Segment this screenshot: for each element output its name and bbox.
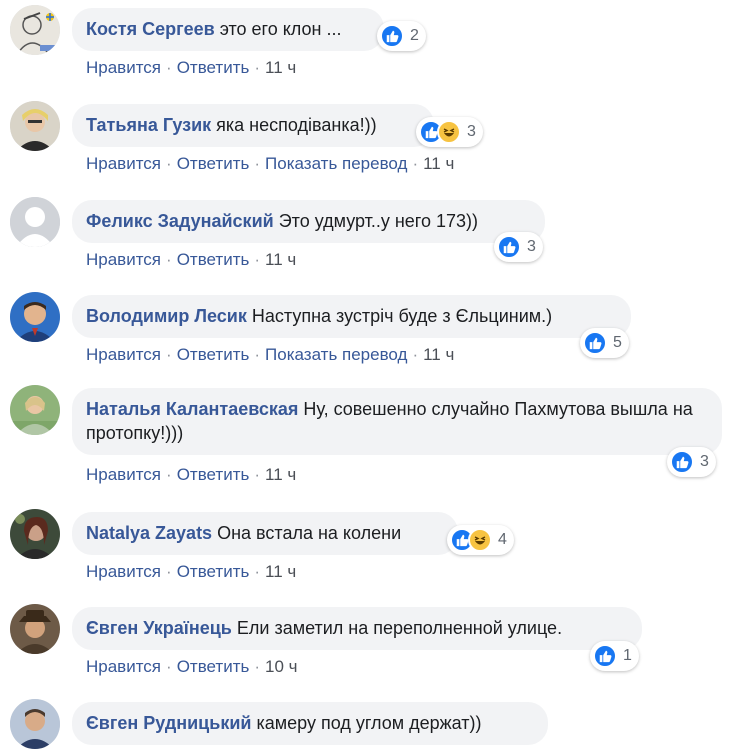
comment-bubble: Наталья Калантаевская Ну, совешенно случ… xyxy=(72,388,722,455)
separator: · xyxy=(254,465,261,484)
timestamp[interactable]: 10 ч xyxy=(265,657,298,676)
comment-author[interactable]: Татьяна Гузик xyxy=(86,115,211,135)
timestamp[interactable]: 11 ч xyxy=(265,250,296,269)
separator: · xyxy=(166,250,172,269)
reply-link[interactable]: Ответить xyxy=(177,154,250,173)
comment-bubble: Феликс Задунайский Это удмурт..у него 17… xyxy=(72,200,545,243)
haha-icon xyxy=(437,120,461,144)
reply-link[interactable]: Ответить xyxy=(177,58,250,77)
comment-bubble: Natalya Zayats Она встала на колени xyxy=(72,512,458,555)
like-link[interactable]: Нравится xyxy=(86,562,161,581)
timestamp[interactable]: 11 ч xyxy=(265,562,296,581)
like-icon xyxy=(593,644,617,668)
comment-bubble: Костя Сергеев это его клон ... xyxy=(72,8,384,51)
comment-text: камеру под углом держат)) xyxy=(256,713,482,733)
reaction-count: 3 xyxy=(700,453,709,470)
like-icon xyxy=(497,235,521,259)
like-icon xyxy=(380,24,404,48)
like-link[interactable]: Нравится xyxy=(86,250,161,269)
reactions-badge[interactable]: 3 xyxy=(416,117,483,147)
comment-actions: Нравится · Ответить · 11 ч xyxy=(86,561,296,583)
comment-author[interactable]: Наталья Калантаевская xyxy=(86,399,298,419)
reactions-badge[interactable]: 2 xyxy=(377,21,426,51)
avatar[interactable] xyxy=(10,101,60,151)
reactions-badge[interactable]: 1 xyxy=(590,641,639,671)
comment-author[interactable]: Євген Українець xyxy=(86,618,232,638)
comment-author[interactable]: Феликс Задунайский xyxy=(86,211,274,231)
avatar[interactable] xyxy=(10,604,60,654)
like-link[interactable]: Нравится xyxy=(86,657,161,676)
comment-actions: Нравится · Ответить · 11 ч xyxy=(86,249,296,271)
like-icon xyxy=(583,331,607,355)
reply-link[interactable]: Ответить xyxy=(177,250,250,269)
like-link[interactable]: Нравится xyxy=(86,154,161,173)
avatar[interactable] xyxy=(10,5,60,55)
timestamp[interactable]: 11 ч xyxy=(265,465,296,484)
comment-actions: Нравится · Ответить · Показать перевод · 11 ч xyxy=(86,153,454,175)
timestamp[interactable]: 11 ч xyxy=(423,154,454,173)
avatar[interactable] xyxy=(10,385,60,435)
separator: · xyxy=(254,58,261,77)
comment-bubble: Татьяна Гузик яка несподіванка!)) xyxy=(72,104,434,147)
reaction-count: 2 xyxy=(410,27,419,44)
reactions-badge[interactable]: 3 xyxy=(667,447,716,477)
separator: · xyxy=(254,345,261,364)
separator: · xyxy=(166,58,172,77)
avatar[interactable] xyxy=(10,699,60,749)
reactions-badge[interactable]: 3 xyxy=(494,232,543,262)
separator: · xyxy=(166,562,172,581)
comment-author[interactable]: Євген Рудницький xyxy=(86,713,251,733)
comment-author[interactable]: Костя Сергеев xyxy=(86,19,215,39)
separator: · xyxy=(254,657,261,676)
comment-author[interactable]: Natalya Zayats xyxy=(86,523,212,543)
like-link[interactable]: Нравится xyxy=(86,58,161,77)
comment-text: Это удмурт..у него 173)) xyxy=(278,211,479,231)
separator: · xyxy=(166,465,172,484)
reply-link[interactable]: Ответить xyxy=(177,562,250,581)
haha-icon xyxy=(468,528,492,552)
separator: · xyxy=(166,345,172,364)
comment-actions: Нравится · Ответить · 11 ч xyxy=(86,57,296,79)
reaction-count: 4 xyxy=(498,531,507,548)
comment-actions: Нравится · Ответить · Показать перевод · 11 ч xyxy=(86,344,454,366)
reaction-count: 5 xyxy=(613,334,622,351)
separator: · xyxy=(166,657,172,676)
separator: · xyxy=(166,154,172,173)
separator: · xyxy=(254,154,261,173)
reaction-count: 1 xyxy=(623,647,632,664)
timestamp[interactable]: 11 ч xyxy=(265,58,296,77)
like-link[interactable]: Нравится xyxy=(86,465,161,484)
reply-link[interactable]: Ответить xyxy=(177,465,250,484)
reply-link[interactable]: Ответить xyxy=(177,657,250,676)
comment-text: яка несподіванка!)) xyxy=(216,115,377,135)
comment-actions: Нравится · Ответить · 11 ч xyxy=(86,464,296,486)
reaction-count: 3 xyxy=(467,123,476,140)
avatar[interactable] xyxy=(10,197,60,247)
comment-bubble: Євген Українець Ели заметил на переполне… xyxy=(72,607,642,650)
separator: · xyxy=(254,250,261,269)
reactions-badge[interactable]: 4 xyxy=(447,525,514,555)
comment-text: Ели заметил на переполненной улице. xyxy=(236,618,563,638)
separator: · xyxy=(412,154,419,173)
timestamp[interactable]: 11 ч xyxy=(423,345,454,364)
translate-link[interactable]: Показать перевод xyxy=(265,345,407,364)
avatar[interactable] xyxy=(10,292,60,342)
comment-text: это его клон ... xyxy=(219,19,342,39)
comment-text: Она встала на колени xyxy=(217,523,402,543)
reaction-count: 3 xyxy=(527,238,536,255)
translate-link[interactable]: Показать перевод xyxy=(265,154,407,173)
comment-bubble: Євген Рудницький камеру под углом держат… xyxy=(72,702,548,745)
reactions-badge[interactable]: 5 xyxy=(580,328,629,358)
comment-bubble: Володимир Лесик Наступна зустріч буде з … xyxy=(72,295,631,338)
reply-link[interactable]: Ответить xyxy=(177,345,250,364)
separator: · xyxy=(254,562,261,581)
comment-author[interactable]: Володимир Лесик xyxy=(86,306,247,326)
comment-text: Наступна зустріч буде з Єльциним.) xyxy=(251,306,553,326)
like-link[interactable]: Нравится xyxy=(86,345,161,364)
separator: · xyxy=(412,345,419,364)
like-icon xyxy=(670,450,694,474)
comment-actions: Нравится · Ответить · 10 ч xyxy=(86,656,298,678)
avatar[interactable] xyxy=(10,509,60,559)
